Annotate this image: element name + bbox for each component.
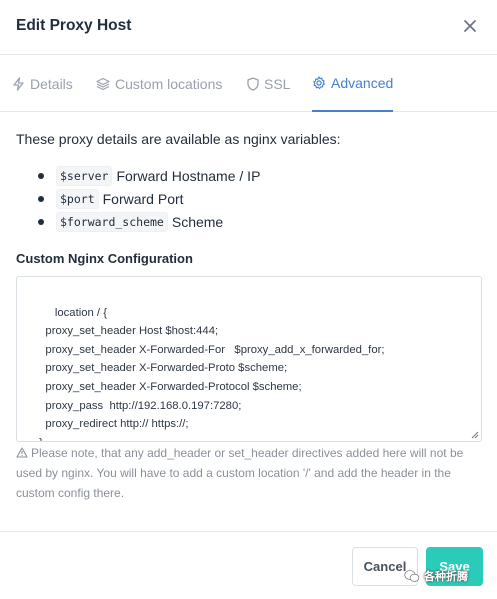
dialog-title: Edit Proxy Host [16,17,132,34]
wechat-icon [404,570,420,582]
variable-code: $forward_scheme [56,211,168,232]
tab-bar: Details Custom locations SSL Advanced [0,56,497,112]
close-button[interactable] [461,16,479,36]
list-item: $port Forward Port [16,187,260,210]
bullet [38,219,44,225]
tab-custom-locations[interactable]: Custom locations [96,56,222,112]
close-icon [464,20,476,32]
custom-nginx-config-textarea[interactable]: location / { proxy_set_header Host $host… [16,276,482,442]
config-warning-note: Please note, that any add_header or set_… [16,443,478,503]
variable-description: Scheme [171,213,224,230]
zap-icon [13,77,24,91]
bullet [38,173,44,179]
advanced-tab-panel: These proxy details are available as ngi… [0,112,497,530]
tab-details-label: Details [30,76,73,92]
variables-intro: These proxy details are available as ngi… [16,131,341,147]
config-text: location / { proxy_set_header Host $host… [39,306,385,441]
shield-icon [247,77,259,91]
variable-description: Forward Port [102,190,184,207]
tab-advanced-label: Advanced [331,75,394,91]
layers-icon [96,77,110,91]
watermark: 各种折腾 [404,566,468,586]
variable-code: $port [56,188,99,209]
list-item: $forward_scheme Scheme [16,210,260,233]
gear-icon [313,76,325,90]
bullet [38,196,44,202]
tab-custom-locations-label: Custom locations [115,76,223,92]
dialog-header: Edit Proxy Host [0,0,497,55]
tab-details[interactable]: Details [12,56,73,112]
dialog-footer: Cancel Save [0,531,497,599]
resize-handle-icon[interactable] [471,431,479,439]
tab-ssl[interactable]: SSL [247,56,290,112]
edit-proxy-host-dialog: Edit Proxy Host Details Custom locations [0,0,497,599]
custom-config-label: Custom Nginx Configuration [16,251,193,266]
warning-text: Please note, that any add_header or set_… [16,446,464,500]
variables-list: $server Forward Hostname / IP $port Forw… [16,164,260,233]
variable-code: $server [56,165,113,186]
variable-description: Forward Hostname / IP [116,167,261,184]
tab-advanced[interactable]: Advanced [312,56,394,112]
tab-ssl-label: SSL [264,76,291,92]
watermark-text: 各种折腾 [424,571,468,583]
list-item: $server Forward Hostname / IP [16,164,260,187]
warning-icon [16,447,28,458]
